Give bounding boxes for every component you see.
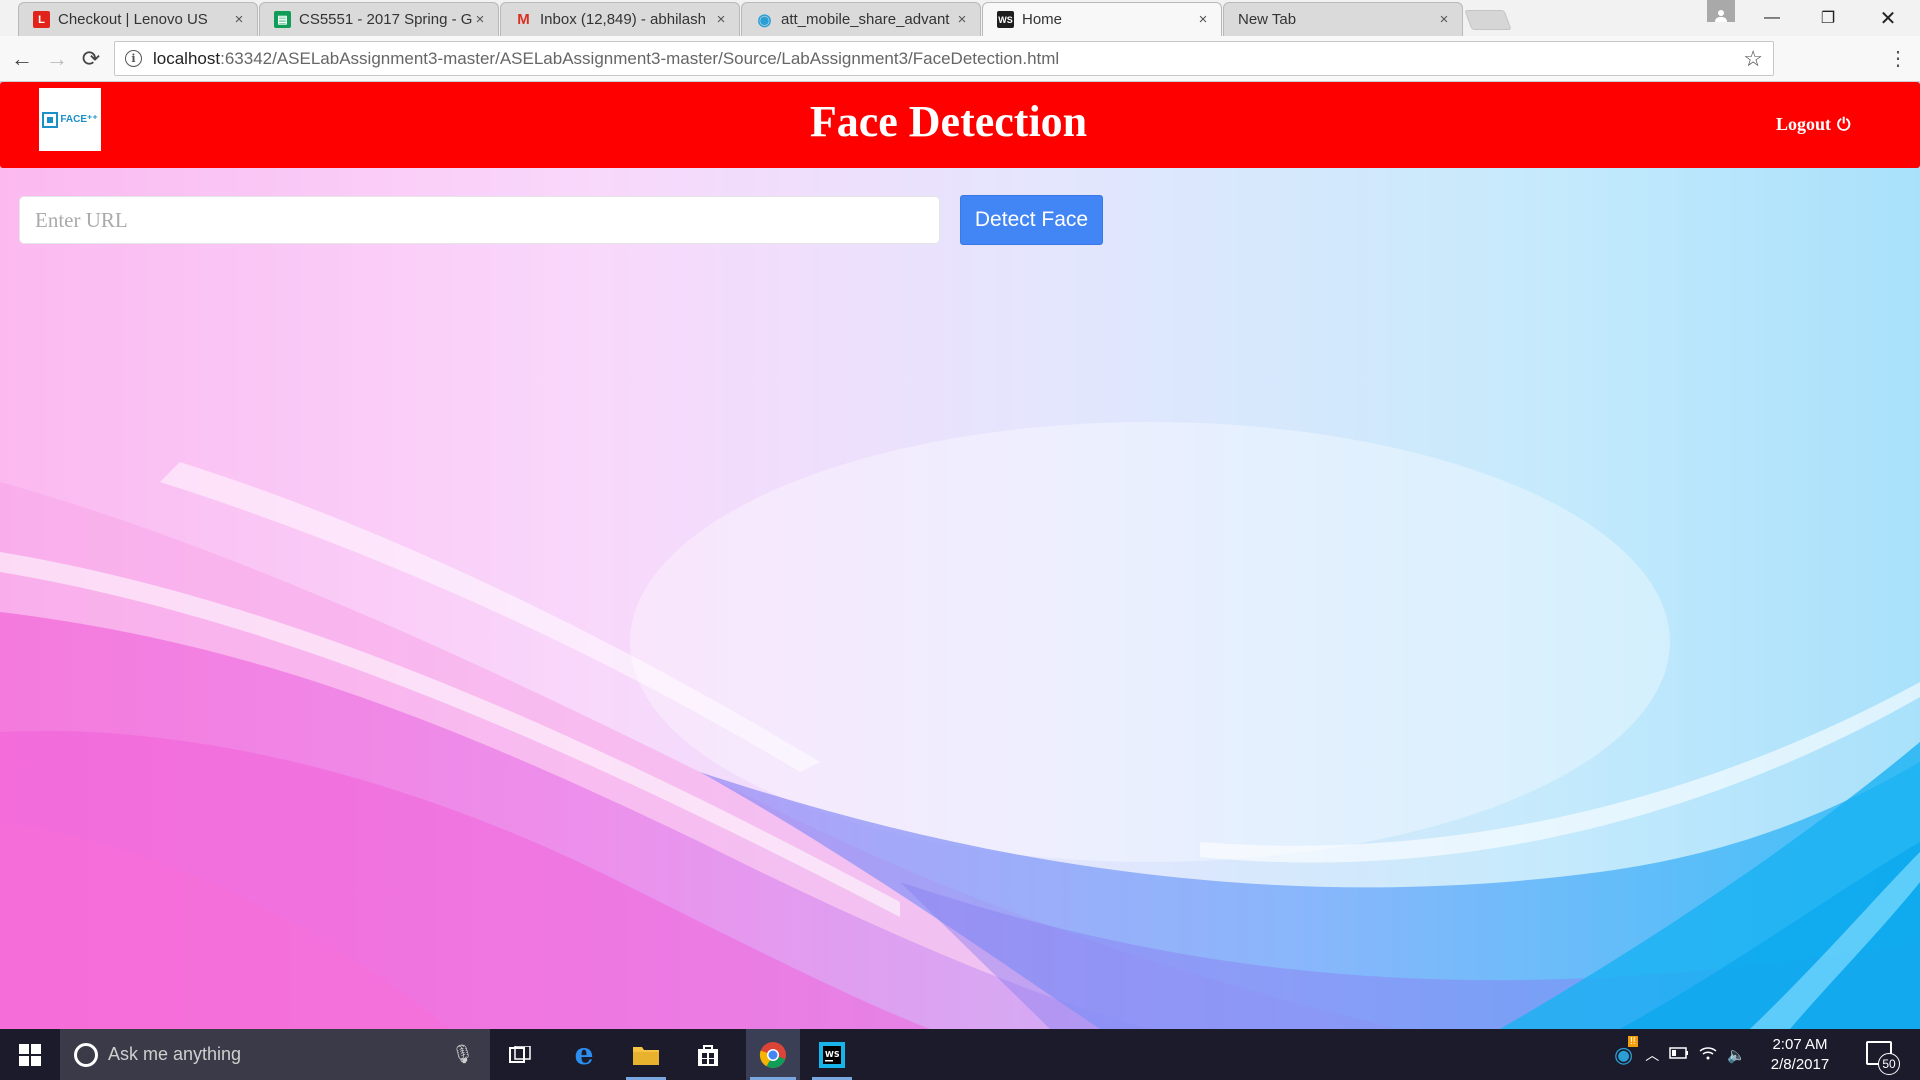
search-placeholder: Ask me anything bbox=[108, 1044, 242, 1064]
tab-strip: L Checkout | Lenovo US × ▤ CS5551 - 2017… bbox=[0, 0, 1920, 36]
cortana-search-box[interactable]: Ask me anything 🎙 bbox=[60, 1029, 490, 1080]
power-icon: ⏻ bbox=[1837, 114, 1851, 134]
url-input[interactable] bbox=[19, 196, 940, 244]
back-button[interactable]: ← bbox=[9, 46, 35, 72]
gmail-favicon-icon: M bbox=[517, 11, 530, 28]
minimize-button[interactable]: — bbox=[1744, 0, 1800, 36]
webstorm-favicon-icon: WS bbox=[997, 11, 1014, 28]
microphone-icon[interactable]: 🎙 bbox=[451, 1044, 474, 1065]
reload-button[interactable]: ⟳ bbox=[78, 46, 104, 72]
clock-date: 2/8/2017 bbox=[1770, 1056, 1830, 1073]
file-explorer-icon[interactable] bbox=[622, 1029, 670, 1080]
start-button[interactable] bbox=[0, 1029, 60, 1080]
tab-close-icon[interactable]: × bbox=[713, 11, 729, 28]
new-tab-button[interactable] bbox=[1464, 10, 1512, 30]
att-globe-icon: ◉ bbox=[757, 11, 772, 29]
profile-icon[interactable] bbox=[1707, 0, 1735, 22]
update-notification-icon[interactable]: ◉!! bbox=[1614, 1035, 1638, 1068]
task-view-icon[interactable] bbox=[496, 1029, 544, 1080]
logout-label: Logout bbox=[1776, 114, 1832, 134]
sheets-favicon-icon: ▤ bbox=[274, 11, 291, 28]
battery-icon[interactable] bbox=[1669, 1046, 1689, 1063]
show-hidden-icons-icon[interactable]: ︿ bbox=[1645, 1045, 1659, 1065]
taskbar-clock[interactable]: 2:07 AM 2/8/2017 bbox=[1764, 1035, 1836, 1075]
page-title: Face Detection bbox=[809, 97, 1088, 146]
edge-icon[interactable]: e bbox=[560, 1029, 608, 1080]
browser-toolbar: ← → ⟳ i localhost:63342/ASELabAssignment… bbox=[0, 36, 1920, 82]
close-window-button[interactable]: ✕ bbox=[1860, 0, 1916, 36]
lenovo-favicon-icon: L bbox=[33, 11, 50, 28]
windows-logo-icon bbox=[19, 1043, 41, 1066]
tab-title: New Tab bbox=[1238, 11, 1297, 28]
page-viewport: FACE⁺⁺ Face Detection Logout ⏻ Detect Fa… bbox=[0, 82, 1920, 1029]
tab-gmail-inbox[interactable]: M Inbox (12,849) - abhilash × bbox=[500, 2, 740, 36]
svg-text:WS: WS bbox=[825, 1050, 840, 1059]
notification-count-badge: 50 bbox=[1878, 1053, 1900, 1075]
bookmark-star-icon[interactable]: ☆ bbox=[1743, 46, 1763, 72]
tab-home[interactable]: WS Home × bbox=[982, 2, 1222, 36]
address-bar[interactable]: i localhost:63342/ASELabAssignment3-mast… bbox=[114, 41, 1774, 76]
clock-time: 2:07 AM bbox=[1772, 1036, 1828, 1053]
address-host: localhost bbox=[153, 48, 221, 68]
browser-menu-icon[interactable]: ⋮ bbox=[1888, 44, 1908, 72]
tab-title: Inbox (12,849) - abhilash bbox=[540, 11, 706, 28]
webstorm-icon[interactable]: WS bbox=[808, 1029, 856, 1080]
tab-new-tab[interactable]: New Tab × bbox=[1223, 2, 1463, 36]
tab-close-icon[interactable]: × bbox=[1436, 11, 1452, 28]
windows-taskbar: Ask me anything 🎙 e WS ◉!! ︿ 🔈 2:07 AM 2… bbox=[0, 1029, 1920, 1080]
tab-close-icon[interactable]: × bbox=[954, 11, 970, 28]
volume-icon[interactable]: 🔈 bbox=[1727, 1046, 1746, 1064]
tab-close-icon[interactable]: × bbox=[231, 11, 247, 28]
tab-title: CS5551 - 2017 Spring - G bbox=[299, 11, 472, 28]
chrome-icon[interactable] bbox=[746, 1029, 800, 1080]
wifi-icon[interactable] bbox=[1699, 1046, 1717, 1064]
maximize-button[interactable]: ❐ bbox=[1800, 0, 1856, 36]
cortana-icon bbox=[74, 1042, 98, 1067]
detect-face-button[interactable]: Detect Face bbox=[960, 195, 1103, 245]
system-tray: ◉!! ︿ 🔈 bbox=[1614, 1029, 1746, 1080]
tab-cs5551[interactable]: ▤ CS5551 - 2017 Spring - G × bbox=[259, 2, 499, 36]
info-icon[interactable]: i bbox=[125, 50, 142, 67]
tab-close-icon[interactable]: × bbox=[1195, 11, 1211, 28]
tab-title: att_mobile_share_advant bbox=[781, 11, 950, 28]
app-header: FACE⁺⁺ Face Detection Logout ⏻ bbox=[0, 82, 1920, 168]
tab-lenovo[interactable]: L Checkout | Lenovo US × bbox=[18, 2, 258, 36]
tab-title: Checkout | Lenovo US bbox=[58, 11, 208, 28]
tab-att[interactable]: ◉ att_mobile_share_advant × bbox=[741, 2, 981, 36]
tab-close-icon[interactable]: × bbox=[472, 11, 488, 28]
forward-button[interactable]: → bbox=[44, 46, 70, 72]
store-icon[interactable] bbox=[684, 1029, 732, 1080]
address-path: :63342/ASELabAssignment3-master/ASELabAs… bbox=[220, 48, 1060, 68]
tab-title: Home bbox=[1022, 11, 1063, 28]
logout-link[interactable]: Logout ⏻ bbox=[1776, 114, 1850, 135]
